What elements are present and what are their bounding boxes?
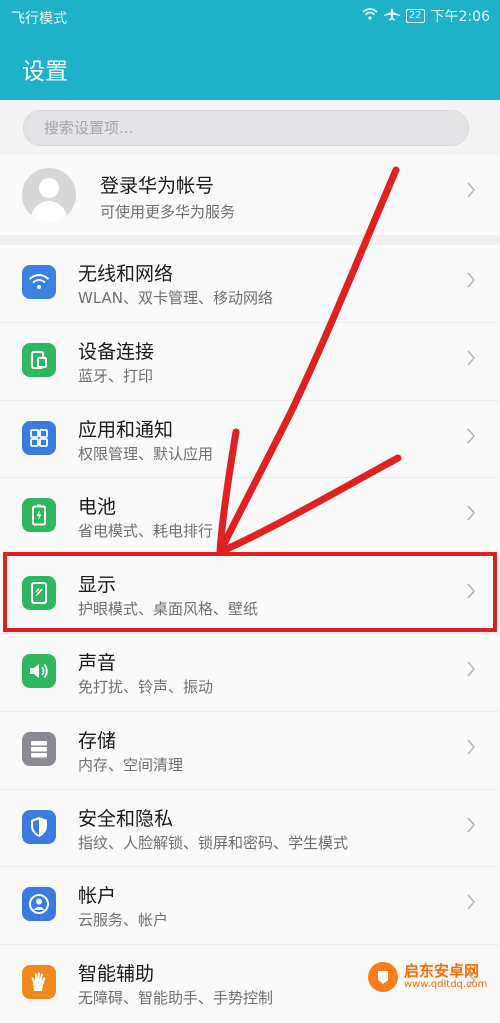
watermark-title: 启东安卓网 xyxy=(404,962,480,980)
watermark: 启东安卓网 www.qdltdq.com xyxy=(368,962,487,992)
watermark-logo-icon xyxy=(368,962,398,992)
annotation-arrow xyxy=(216,166,402,556)
watermark-url: www.qdltdq.com xyxy=(404,979,488,990)
